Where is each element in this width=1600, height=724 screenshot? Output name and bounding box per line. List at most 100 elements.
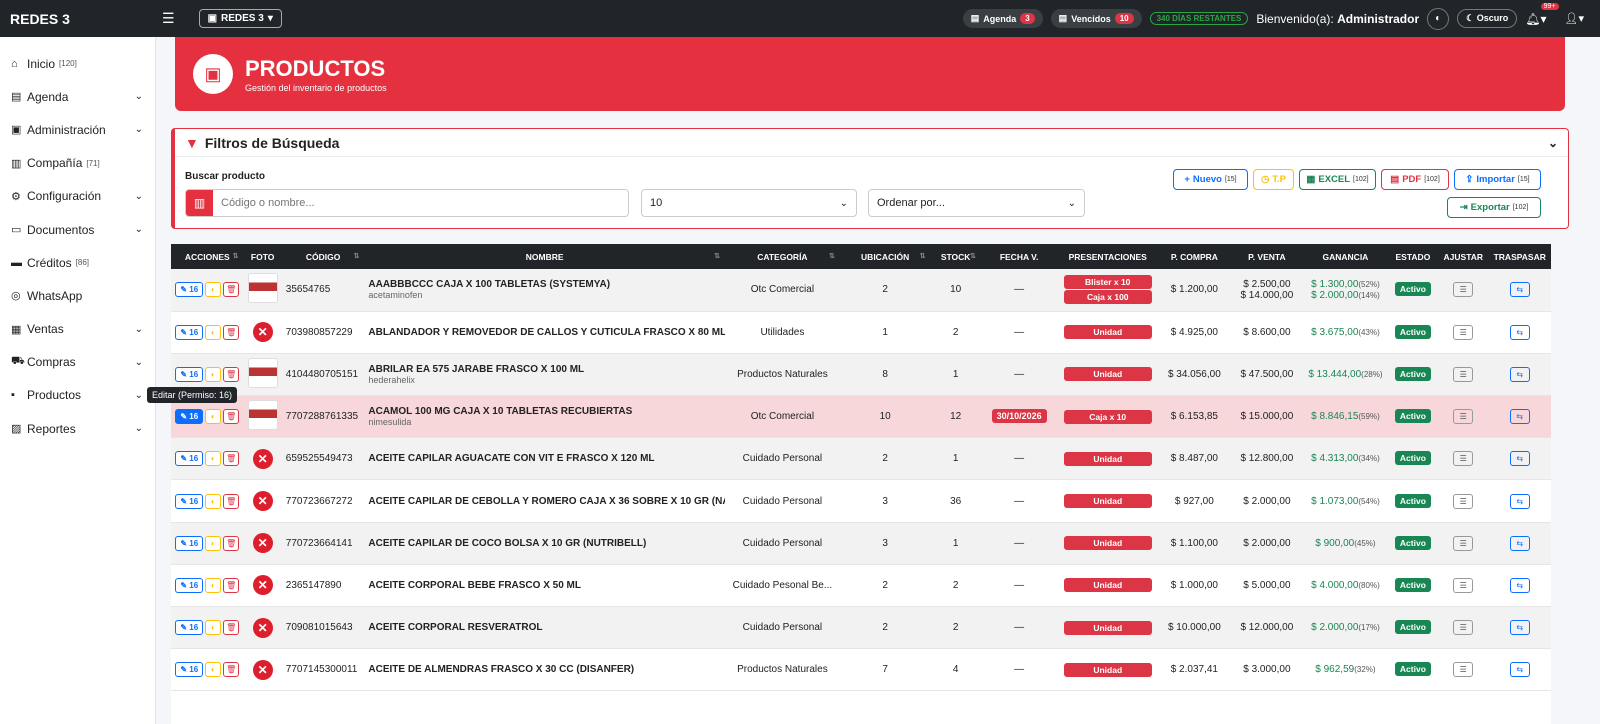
barcode-icon[interactable]: ▥: [186, 190, 213, 216]
edit-button[interactable]: ✎ 16: [175, 620, 204, 636]
delete-button[interactable]: 🗑︎: [223, 577, 240, 593]
product-photo[interactable]: [247, 357, 278, 388]
adjust-sliders-icon[interactable]: ☰: [1453, 662, 1474, 678]
column-header[interactable]: P. VENTA: [1230, 244, 1304, 269]
import-button[interactable]: ⇪ Importar [15]: [1454, 169, 1541, 190]
edit-button[interactable]: ✎ 16: [175, 324, 204, 340]
table-row[interactable]: ✎ 16 ◐ 🗑︎ 35654765 AAABBBCCC CAJA X 100 TA…: [171, 269, 1551, 312]
delete-button[interactable]: 🗑︎: [223, 535, 240, 551]
sidebar-item-ventas[interactable]: ▦ Ventas ⌄: [0, 313, 155, 346]
adjust-sliders-icon[interactable]: ☰: [1453, 409, 1474, 425]
adjust-sliders-icon[interactable]: ☰: [1453, 620, 1474, 636]
table-row[interactable]: ✎ 16 ◐ 🗑︎ 7707288761335 ACAMOL 100 MG CAJA…: [171, 395, 1551, 439]
edit-button[interactable]: ✎ 16: [175, 366, 204, 382]
chevron-down-icon[interactable]: ⌄: [1548, 136, 1558, 150]
sort-icon[interactable]: ⇅: [354, 252, 360, 260]
sidebar-item-compras[interactable]: ⛟ Compras ⌄: [0, 346, 155, 379]
vencidos-button[interactable]: ▤ Vencidos 10: [1050, 9, 1142, 28]
excel-button[interactable]: ▦ EXCEL [102]: [1299, 169, 1376, 190]
transfer-icon[interactable]: ⇆: [1509, 324, 1530, 340]
new-product-button[interactable]: + Nuevo [15]: [1173, 169, 1248, 190]
filters-header[interactable]: ▼ Filtros de Búsqueda ⌄: [175, 129, 1568, 157]
transfer-icon[interactable]: ⇆: [1509, 493, 1530, 509]
product-photo[interactable]: [247, 400, 278, 431]
toggle-button[interactable]: ◐: [205, 493, 222, 509]
pdf-button[interactable]: ▤ PDF [102]: [1381, 169, 1449, 190]
transfer-icon[interactable]: ⇆: [1509, 409, 1530, 425]
transfer-icon[interactable]: ⇆: [1509, 620, 1530, 636]
toggle-button[interactable]: ◐: [205, 366, 222, 382]
column-header[interactable]: AJUSTAR: [1438, 244, 1489, 269]
transfer-icon[interactable]: ⇆: [1509, 535, 1530, 551]
column-header[interactable]: TRASPASAR: [1488, 244, 1551, 269]
toggle-button[interactable]: ◐: [205, 324, 222, 340]
sidebar-item-creditos[interactable]: ▬ Créditos [86]: [0, 246, 155, 279]
edit-button[interactable]: ✎ 16: [175, 282, 204, 298]
sort-icon[interactable]: ⇅: [920, 252, 926, 260]
transfer-icon[interactable]: ⇆: [1509, 451, 1530, 467]
toggle-button[interactable]: ◐: [205, 662, 222, 678]
column-header[interactable]: ESTADO: [1387, 244, 1439, 269]
column-header[interactable]: PRESENTACIONES: [1057, 244, 1159, 269]
sidebar-item-productos[interactable]: ▪ Productos ⌄: [0, 379, 155, 412]
table-row[interactable]: ✎ 16 ◐ 🗑︎ ✕ 770723664141 ACEITE CAPILAR DE…: [171, 522, 1551, 565]
toggle-button[interactable]: ◐: [205, 577, 222, 593]
adjust-sliders-icon[interactable]: ☰: [1453, 577, 1474, 593]
menu-toggle-icon[interactable]: ☰: [162, 10, 175, 27]
tp-button[interactable]: ◷ T.P: [1253, 169, 1294, 190]
sort-icon[interactable]: ⇅: [829, 252, 835, 260]
notifications-bell-icon[interactable]: 🔔︎▾ 99+: [1525, 2, 1559, 26]
table-row[interactable]: ✎ 16 ◐ 🗑︎ ✕ 659525549473 ACEITE CAPILAR AG…: [171, 437, 1551, 481]
transfer-icon[interactable]: ⇆: [1509, 282, 1530, 298]
sidebar-item-administracion[interactable]: ▣ Administración ⌄: [0, 113, 155, 146]
delete-button[interactable]: 🗑︎: [223, 324, 240, 340]
table-row[interactable]: ✎ 16 ◐ 🗑︎ 4104480705151 ABRILAR EA 575 JAR…: [171, 353, 1551, 397]
status-toggle-icon[interactable]: ◐: [1427, 7, 1450, 30]
column-header[interactable]: FOTO: [243, 244, 282, 269]
toggle-button[interactable]: ◐: [205, 409, 222, 425]
column-header[interactable]: CATEGORÍA ⇅: [724, 244, 840, 269]
column-header[interactable]: P. COMPRA: [1158, 244, 1231, 269]
sort-icon[interactable]: ⇅: [714, 252, 720, 260]
adjust-sliders-icon[interactable]: ☰: [1453, 451, 1474, 467]
page-size-select[interactable]: 10 ⌄: [641, 189, 857, 217]
adjust-sliders-icon[interactable]: ☰: [1453, 366, 1474, 382]
product-photo[interactable]: [247, 273, 278, 304]
dark-mode-button[interactable]: ☾ Oscuro: [1457, 9, 1518, 28]
edit-button[interactable]: ✎ 16: [175, 577, 204, 593]
sort-icon[interactable]: ⇅: [233, 252, 239, 260]
transfer-icon[interactable]: ⇆: [1509, 662, 1530, 678]
delete-button[interactable]: 🗑︎: [223, 409, 240, 425]
column-header[interactable]: NOMBRE ⇅: [364, 244, 725, 269]
edit-button[interactable]: ✎ 16: [175, 535, 204, 551]
edit-button[interactable]: ✎ 16: [175, 409, 204, 425]
adjust-sliders-icon[interactable]: ☰: [1453, 535, 1474, 551]
delete-button[interactable]: 🗑︎: [223, 493, 240, 509]
toggle-button[interactable]: ◐: [205, 535, 222, 551]
sidebar-item-inicio[interactable]: ⌂ Inicio [120]: [0, 47, 155, 80]
sidebar-item-agenda[interactable]: ▤ Agenda ⌄: [0, 80, 155, 113]
transfer-icon[interactable]: ⇆: [1509, 577, 1530, 593]
delete-button[interactable]: 🗑︎: [223, 282, 240, 298]
adjust-sliders-icon[interactable]: ☰: [1453, 324, 1474, 340]
sidebar-item-configuracion[interactable]: ⚙ Configuración ⌄: [0, 180, 155, 213]
column-header[interactable]: FECHA V.: [980, 244, 1058, 269]
edit-button[interactable]: ✎ 16: [175, 451, 204, 467]
table-row[interactable]: ✎ 16 ◐ 🗑︎ ✕ 7707145300011 ACEITE DE ALMEND…: [171, 648, 1551, 692]
table-row[interactable]: ✎ 16 ◐ 🗑︎ ✕ 770723667272 ACEITE CAPILAR DE…: [171, 479, 1551, 523]
sort-icon[interactable]: ⇅: [970, 252, 976, 260]
edit-button[interactable]: ✎ 16: [175, 493, 204, 509]
delete-button[interactable]: 🗑︎: [223, 620, 240, 636]
search-input[interactable]: [221, 197, 601, 209]
sidebar-item-documentos[interactable]: ▭ Documentos ⌄: [0, 213, 155, 246]
delete-button[interactable]: 🗑︎: [223, 366, 240, 382]
table-row[interactable]: ✎ 16 ◐ 🗑︎ ✕ 703980857229 ABLANDADOR Y REMO…: [171, 311, 1551, 354]
agenda-button[interactable]: ▤ Agenda 3: [962, 9, 1043, 28]
toggle-button[interactable]: ◐: [205, 620, 222, 636]
edit-button[interactable]: ✎ 16: [175, 662, 204, 678]
sidebar-item-reportes[interactable]: ▨ Reportes ⌄: [0, 412, 155, 445]
sidebar-item-whatsapp[interactable]: ◎ WhatsApp: [0, 279, 155, 312]
column-header[interactable]: CÓDIGO ⇅: [281, 244, 365, 269]
adjust-sliders-icon[interactable]: ☰: [1453, 282, 1474, 298]
toggle-button[interactable]: ◐: [205, 282, 222, 298]
